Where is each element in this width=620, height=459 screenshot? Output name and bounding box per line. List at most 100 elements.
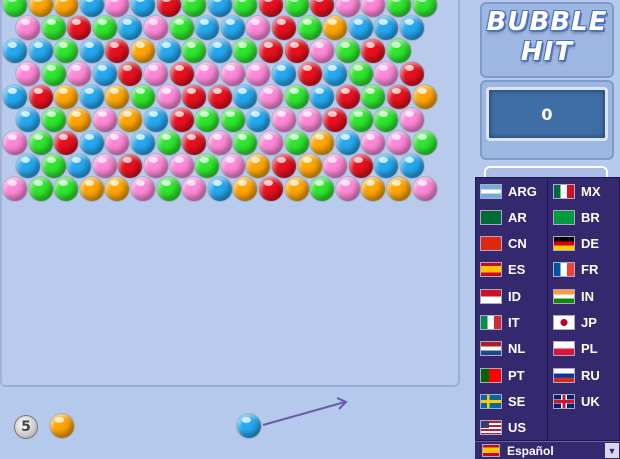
bubble-red — [272, 154, 296, 178]
ru-flag-icon — [554, 368, 574, 382]
bubble-green — [387, 0, 411, 17]
language-select-value: Español — [507, 443, 554, 458]
bubble-orange — [412, 85, 437, 109]
language-option-ru[interactable]: RU — [549, 362, 620, 388]
language-option-uk[interactable]: UK — [549, 388, 620, 414]
br-flag-icon — [554, 210, 574, 224]
bubble-red — [182, 131, 207, 155]
bubble-red — [259, 0, 283, 17]
language-option-id[interactable]: ID — [476, 283, 548, 310]
chevron-down-icon[interactable]: ▼ — [605, 443, 619, 458]
se-flag-icon — [481, 394, 501, 408]
language-option-fr[interactable]: FR — [549, 257, 620, 283]
language-option-label: PT — [508, 367, 525, 383]
bubble-green — [195, 154, 220, 178]
uk-flag-icon — [554, 394, 574, 408]
language-option-label: IN — [581, 288, 594, 304]
bubble-grid[interactable] — [0, 0, 458, 385]
language-option-label: AR — [508, 209, 527, 225]
language-option-us[interactable]: US — [476, 414, 548, 441]
bubble-red — [182, 85, 207, 109]
language-select[interactable]: Español ▼ — [475, 441, 620, 459]
bubble-pink — [169, 154, 194, 178]
game-logo: BUBBLE HIT — [480, 2, 614, 78]
aim-arrow — [262, 397, 348, 426]
bubble-pink — [182, 177, 207, 201]
bubble-blue — [3, 85, 27, 109]
bubble-pink — [131, 177, 155, 201]
arg-flag-icon — [481, 184, 501, 198]
bubble-green — [387, 39, 411, 63]
language-option-label: ID — [508, 288, 521, 304]
pl-flag-icon — [554, 342, 574, 356]
bubble-green — [182, 0, 207, 17]
bubble-green — [220, 108, 245, 132]
bubble-blue — [272, 62, 296, 86]
bubble-pink — [412, 177, 437, 201]
bubble-pink — [297, 108, 322, 132]
language-option-label: RU — [581, 367, 600, 383]
bubble-blue — [79, 131, 104, 155]
language-option-in[interactable]: IN — [549, 283, 620, 309]
bubble-red — [323, 108, 348, 132]
language-option-label: BR — [581, 209, 600, 225]
bubble-pink — [16, 16, 40, 40]
bubble-green — [3, 0, 27, 17]
language-option-arg[interactable]: ARG — [476, 178, 548, 204]
bubble-orange — [246, 154, 271, 178]
bubble-blue — [16, 154, 40, 178]
language-menu[interactable]: ARG MX AR BR CN DE ES FR ID IN IT JP NL PL PT RU SE UK US — [475, 177, 620, 441]
language-option-br[interactable]: BR — [549, 204, 620, 230]
de-flag-icon — [554, 237, 574, 251]
bubble-pink — [16, 62, 40, 86]
bubble-red — [28, 85, 53, 109]
language-option-de[interactable]: DE — [549, 231, 620, 257]
language-option-pt[interactable]: PT — [476, 362, 548, 389]
language-option-nl[interactable]: NL — [476, 335, 548, 362]
spain-flag-icon — [483, 445, 499, 456]
nl-flag-icon — [481, 342, 501, 356]
bubble-pink — [105, 0, 130, 17]
bubble-blue — [374, 16, 399, 40]
bubble-green — [92, 16, 117, 40]
language-option-es[interactable]: ES — [476, 256, 548, 283]
bubble-green — [284, 131, 309, 155]
language-option-se[interactable]: SE — [476, 388, 548, 415]
bubble-orange — [54, 0, 79, 17]
language-option-label: UK — [581, 393, 600, 409]
bubble-green — [374, 108, 399, 132]
bubble-red — [348, 154, 373, 178]
bubble-green — [54, 177, 79, 201]
bubble-blue — [28, 39, 53, 63]
language-option-ar[interactable]: AR — [476, 204, 548, 231]
language-option-it[interactable]: IT — [476, 309, 548, 336]
language-option-label: PL — [581, 341, 598, 357]
bubble-red — [310, 0, 335, 17]
bubble-green — [28, 177, 53, 201]
bubble-red — [118, 154, 143, 178]
logo-title-line1: BUBBLE — [486, 7, 608, 37]
bubble-pink — [259, 131, 283, 155]
bubble-orange — [387, 177, 411, 201]
language-option-label: ES — [508, 262, 526, 278]
language-option-pl[interactable]: PL — [549, 336, 620, 362]
bubble-pink — [272, 108, 296, 132]
language-option-mx[interactable]: MX — [549, 178, 620, 204]
logo-title-line2: HIT — [520, 37, 574, 67]
language-option-label: IT — [508, 315, 520, 330]
bubble-red — [272, 16, 296, 40]
bubble-blue — [310, 85, 335, 109]
bubble-red — [105, 39, 130, 63]
it-flag-icon — [481, 316, 501, 329]
language-option-cn[interactable]: CN — [476, 230, 548, 257]
bubble-blue — [348, 16, 373, 40]
bubble-green — [297, 16, 322, 40]
bubble-pink — [387, 131, 411, 155]
bubble-blue — [131, 0, 155, 17]
language-option-label: FR — [581, 262, 599, 278]
bubble-pink — [3, 177, 27, 201]
mx-flag-icon — [554, 184, 574, 198]
game-board[interactable] — [0, 0, 460, 387]
bubble-green — [233, 0, 258, 17]
language-option-jp[interactable]: JP — [549, 310, 620, 336]
